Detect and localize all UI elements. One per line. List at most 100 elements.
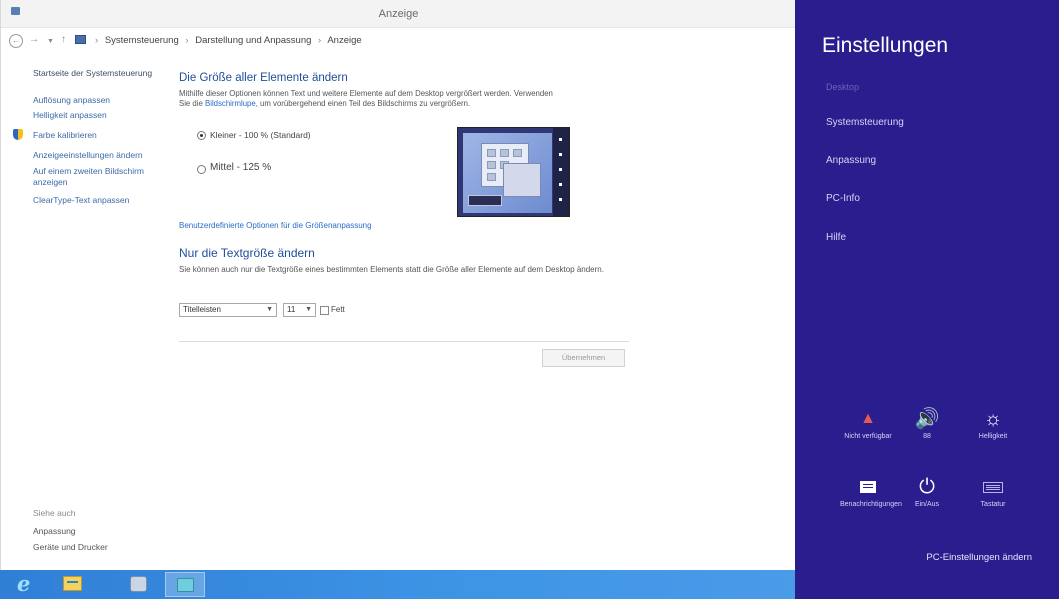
taskbar-control-panel[interactable]: [118, 572, 158, 597]
history-dropdown[interactable]: ▼: [47, 36, 54, 48]
magnifier-link[interactable]: Bildschirmlupe: [205, 99, 256, 108]
taskbar: e: [0, 570, 795, 599]
quick-volume-label: 88: [923, 433, 931, 440]
breadcrumb-item[interactable]: Darstellung und Anpassung: [195, 35, 311, 46]
quick-brightness-label: Helligkeit: [978, 433, 1008, 440]
preview-charms-bar: [553, 128, 569, 216]
nav-control-panel-home[interactable]: Startseite der Systemsteuerung: [33, 68, 152, 79]
back-button[interactable]: ←: [9, 34, 23, 48]
bold-label[interactable]: Fett: [331, 305, 345, 314]
font-size-select[interactable]: 11 ▼: [283, 303, 316, 317]
quick-notifications-button[interactable]: Benachrichtigungen: [840, 474, 902, 509]
charms-link-pc-info[interactable]: PC-Info: [826, 193, 860, 204]
quick-brightness-button[interactable]: ☼ Helligkeit: [965, 406, 1021, 441]
preview-tile: [487, 161, 496, 169]
change-pc-settings-link[interactable]: PC-Einstellungen ändern: [926, 552, 1032, 563]
taskbar-app[interactable]: [165, 572, 205, 597]
preview-tile: [513, 149, 522, 157]
display-preview-image: [457, 127, 570, 217]
control-panel-window: Anzeige ← → ▼ ↑ › Systemsteuerung › Dars…: [0, 0, 796, 570]
preview-tile: [500, 149, 509, 157]
preview-dot: [559, 183, 562, 186]
text-size-heading: Nur die Textgröße ändern: [179, 246, 315, 260]
preview-desktop: [463, 133, 552, 213]
text-size-description: Sie können auch nur die Textgröße eines …: [179, 265, 604, 274]
quick-notifications-label: Benachrichtigungen: [840, 501, 902, 508]
nav-adjust-brightness[interactable]: Helligkeit anpassen: [33, 110, 107, 121]
settings-charm-panel: Einstellungen Desktop Systemsteuerung An…: [795, 0, 1059, 599]
title-bar: Anzeige: [1, 0, 796, 28]
keyboard-icon-wrap: [965, 474, 1021, 500]
speaker-icon: 🔊: [914, 408, 940, 430]
nav-project-second-screen[interactable]: Auf einem zweiten Bildschirm anzeigen: [33, 166, 163, 188]
keyboard-icon: [983, 482, 1003, 493]
quick-network-button[interactable]: ▲ Nicht verfügbar: [840, 406, 896, 441]
radio-size-small[interactable]: [197, 131, 206, 140]
custom-sizing-link[interactable]: Benutzerdefinierte Optionen für die Größ…: [179, 221, 372, 230]
quick-volume-button[interactable]: 🔊 88: [899, 406, 955, 441]
forward-button[interactable]: →: [29, 34, 39, 46]
address-bar: ← → ▼ ↑ › Systemsteuerung › Darstellung …: [1, 28, 796, 53]
window-title: Anzeige: [378, 8, 419, 20]
chevron-down-icon: ▼: [305, 306, 312, 313]
size-description-text: Mithilfe dieser Optionen können Text und…: [179, 89, 553, 98]
notifications-icon-wrap: [840, 474, 896, 500]
size-heading: Die Größe aller Elemente ändern: [179, 72, 348, 84]
taskbar-file-explorer[interactable]: [52, 572, 92, 597]
element-select[interactable]: Titelleisten ▼: [179, 303, 277, 317]
quick-keyboard-button[interactable]: Tastatur: [965, 474, 1021, 509]
element-select-value: Titelleisten: [183, 305, 221, 314]
label-size-medium[interactable]: Mittel - 125 %: [210, 162, 271, 173]
apply-button[interactable]: Übernehmen: [542, 349, 625, 367]
charms-link-help[interactable]: Hilfe: [826, 232, 846, 243]
size-description: Mithilfe dieser Optionen können Text und…: [179, 89, 634, 109]
label-size-small[interactable]: Kleiner - 100 % (Standard): [210, 130, 311, 140]
nav-adjust-resolution[interactable]: Auflösung anpassen: [33, 95, 110, 106]
nav-change-display-settings[interactable]: Anzeigeeinstellungen ändern: [33, 150, 143, 161]
preview-tile: [487, 149, 496, 157]
preview-dot: [559, 153, 562, 156]
left-navigation: Startseite der Systemsteuerung Auflösung…: [1, 60, 176, 570]
nav-adjust-cleartype[interactable]: ClearType-Text anpassen: [33, 195, 129, 206]
preview-dot: [559, 138, 562, 141]
breadcrumb-separator: ›: [95, 35, 99, 46]
charms-context-label: Desktop: [826, 82, 860, 92]
breadcrumb-item[interactable]: Anzeige: [327, 35, 361, 46]
radio-size-medium[interactable]: [197, 165, 206, 174]
charms-link-personalization[interactable]: Anpassung: [826, 155, 876, 166]
quick-power-button[interactable]: ⏻ Ein/Aus: [899, 474, 955, 509]
breadcrumb-item[interactable]: Systemsteuerung: [105, 35, 179, 46]
preview-taskbar: [468, 195, 502, 206]
quick-keyboard-label: Tastatur: [980, 501, 1006, 508]
preview-tile: [487, 173, 496, 181]
control-panel-icon: [130, 576, 147, 592]
app-icon: [177, 578, 194, 592]
bold-checkbox[interactable]: [320, 306, 329, 315]
size-description-text: , um vorübergehend einen Teil des Bildsc…: [255, 99, 471, 108]
chevron-down-icon: ▼: [266, 306, 273, 313]
see-also-devices-printers[interactable]: Geräte und Drucker: [33, 542, 108, 553]
shield-icon: [13, 129, 23, 140]
quick-power-label: Ein/Aus: [914, 501, 940, 508]
preview-dot: [559, 198, 562, 201]
power-icon: ⏻: [919, 476, 935, 498]
up-button[interactable]: ↑: [61, 34, 66, 46]
nav-calibrate-color[interactable]: Farbe kalibrieren: [33, 130, 97, 141]
breadcrumb-separator: ›: [318, 35, 322, 46]
quick-network-label: Nicht verfügbar: [844, 433, 892, 440]
taskbar-internet-explorer[interactable]: e: [8, 572, 48, 597]
see-also-personalization[interactable]: Anpassung: [33, 526, 76, 537]
size-description-text: Sie die: [179, 99, 203, 108]
see-also-heading: Siehe auch: [33, 508, 76, 518]
main-content: Die Größe aller Elemente ändern Mithilfe…: [179, 60, 789, 570]
internet-explorer-icon: e: [17, 571, 31, 596]
charms-link-control-panel[interactable]: Systemsteuerung: [826, 117, 904, 128]
preview-dot: [559, 168, 562, 171]
font-size-select-value: 11: [287, 305, 296, 314]
brightness-icon: ☼: [983, 408, 1003, 430]
folder-icon: [63, 576, 82, 591]
notifications-icon: [860, 481, 876, 493]
network-unavailable-icon: ▲: [860, 410, 876, 427]
charms-title: Einstellungen: [822, 34, 949, 57]
preview-window: [503, 163, 541, 197]
